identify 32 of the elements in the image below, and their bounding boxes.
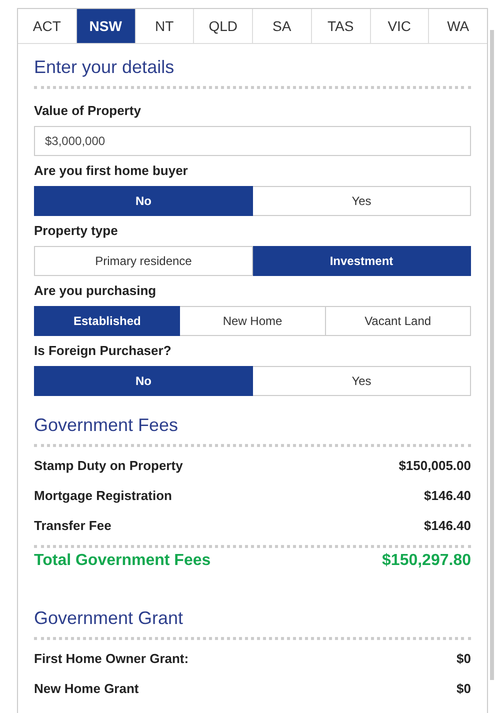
state-tab[interactable]: NSW [76, 9, 136, 43]
option-button[interactable]: No [34, 366, 253, 396]
grant-amount: $0 [456, 680, 471, 698]
fee-amount: $150,005.00 [398, 457, 471, 476]
scrollbar[interactable] [490, 30, 494, 680]
total-label: Total Government Fees [34, 551, 211, 571]
field-label: Are you first home buyer [34, 163, 189, 179]
option-button[interactable]: Yes [253, 186, 471, 216]
value-input[interactable]: $3,000,000 [34, 126, 471, 156]
fee-label: Mortgage Registration [34, 487, 172, 506]
fee-amount: $146.40 [424, 487, 471, 506]
field-label: Is Foreign Purchaser? [34, 343, 172, 359]
field-label: Value of Property [34, 103, 142, 119]
total-amount: $150,297.80 [382, 551, 471, 571]
option-button[interactable]: Vacant Land [326, 306, 471, 336]
option-button[interactable]: No [34, 186, 253, 216]
option-button[interactable]: Yes [253, 366, 471, 396]
option-button[interactable]: Investment [253, 246, 471, 276]
fee-amount: $146.40 [424, 517, 471, 536]
fee-label: Stamp Duty on Property [34, 457, 183, 476]
field-label: Are you purchasing [34, 283, 158, 299]
field-label: Property type [34, 223, 119, 239]
option-button[interactable]: Primary residence [34, 246, 253, 276]
section-heading: Government Fees [34, 414, 471, 447]
grant-label: New Home Grant [34, 680, 139, 698]
section-heading: Government Grant [34, 607, 471, 640]
fee-label: Transfer Fee [34, 517, 112, 536]
grant-amount: $0 [456, 650, 471, 668]
grant-label: First Home Owner Grant: [34, 650, 189, 668]
option-button[interactable]: New Home [180, 306, 326, 336]
section-heading: Enter your details [34, 56, 471, 89]
option-button[interactable]: Established [34, 306, 180, 336]
